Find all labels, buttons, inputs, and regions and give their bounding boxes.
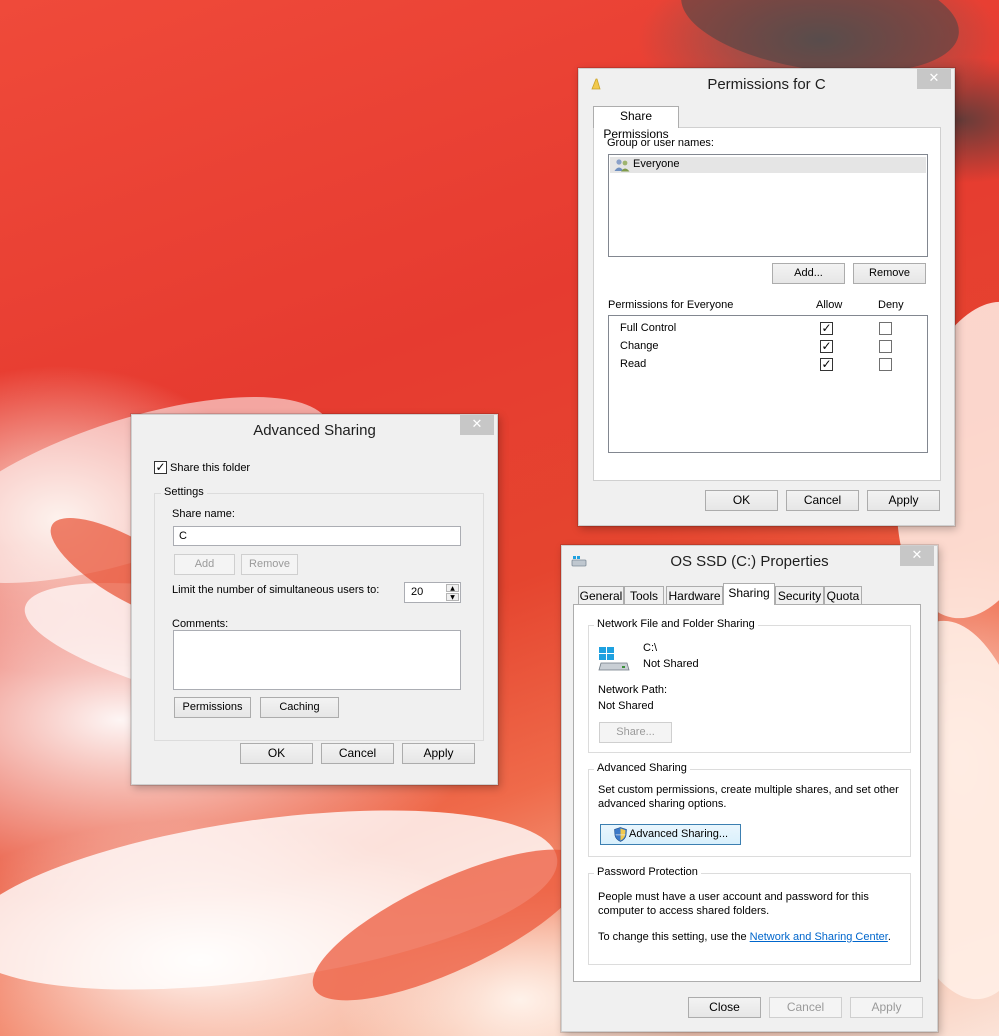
change-setting-suffix: . [887,931,891,943]
caching-button[interactable]: Caching [260,697,339,718]
remove-button[interactable]: Remove [241,554,298,575]
settings-legend: Settings [161,486,207,498]
share-folder-checkbox[interactable]: ✓ [154,461,167,474]
ok-button[interactable]: OK [705,490,778,511]
drive-share-status: Not Shared [643,658,699,670]
change-setting-prefix: To change this setting, use the [598,931,750,943]
comments-textarea[interactable] [173,630,461,690]
permissions-header: Permissions for Everyone [608,299,734,311]
allow-checkbox[interactable]: ✓ [820,322,833,335]
advanced-sharing-button-label: Advanced Sharing... [629,828,729,840]
users-group-icon [614,158,630,175]
deny-header: Deny [878,299,904,311]
advanced-sharing-group: Advanced Sharing Set custom permissions,… [588,762,911,857]
limit-users-value: 20 [411,586,424,598]
sharing-panel: Network File and Folder Sharing C:\ Not … [573,604,921,982]
permission-name: Read [620,358,647,370]
advanced-sharing-dialog: Advanced Sharing ✕ ✓ Share this folder S… [131,414,498,785]
cancel-button[interactable]: Cancel [769,997,842,1018]
apply-button[interactable]: Apply [402,743,475,764]
settings-group: Settings Share name: C Add Remove Limit … [154,486,484,741]
network-path-label: Network Path: [598,684,668,696]
tab-share-permissions[interactable]: Share Permissions [593,106,679,141]
share-name-input[interactable]: C [173,526,461,546]
network-sharing-center-link[interactable]: Network and Sharing Center [750,931,888,943]
close-button[interactable]: ✕ [460,415,494,435]
remove-button[interactable]: Remove [853,263,926,284]
allow-header: Allow [816,299,843,311]
share-name-value: C [179,530,187,542]
apply-button[interactable]: Apply [850,997,923,1018]
permission-name: Full Control [620,322,677,334]
ok-button[interactable]: OK [240,743,313,764]
share-folder-label[interactable]: Share this folder [170,462,250,474]
deny-checkbox[interactable] [879,358,892,371]
cancel-button[interactable]: Cancel [786,490,859,511]
properties-titlebar[interactable]: OS SSD (C:) Properties ✕ [562,546,937,576]
close-button[interactable]: ✕ [900,546,934,566]
tab-sharing[interactable]: Sharing [723,583,775,605]
list-item[interactable]: Everyone [610,157,926,173]
share-name-label: Share name: [172,508,235,520]
add-button[interactable]: Add... [772,263,845,284]
advanced-titlebar[interactable]: Advanced Sharing ✕ [132,415,497,445]
permissions-button[interactable]: Permissions [174,697,251,718]
network-path-value: Not Shared [598,700,654,712]
permission-name: Change [620,340,659,352]
password-description-line-1: People must have a user account and pass… [598,891,869,903]
dialog-title: Permissions for C [707,76,826,93]
share-permissions-panel: Group or user names: Everyone Add... Rem… [593,127,941,481]
tab-security[interactable]: Security [775,586,824,605]
comments-label: Comments: [172,618,229,630]
permissions-list: Full Control ✓ Change ✓ Read ✓ [608,315,928,453]
share-button[interactable]: Share... [599,722,672,743]
user-name: Everyone [633,158,680,170]
tab-quota[interactable]: Quota [824,586,862,605]
password-protection-legend: Password Protection [594,866,701,878]
close-dialog-button[interactable]: Close [688,997,761,1018]
limit-users-label: Limit the number of simultaneous users t… [172,584,380,596]
limit-users-spinner[interactable]: 20 ▲ ▼ [404,582,461,603]
windows-drive-icon [598,646,630,675]
password-description-line-2: computer to access shared folders. [598,905,770,917]
deny-checkbox[interactable] [879,340,892,353]
password-protection-group: Password Protection People must have a u… [588,866,911,965]
network-sharing-legend: Network File and Folder Sharing [594,618,758,630]
deny-checkbox[interactable] [879,322,892,335]
drive-path: C:\ [643,642,658,654]
apply-button[interactable]: Apply [867,490,940,511]
allow-checkbox[interactable]: ✓ [820,358,833,371]
advanced-sharing-button[interactable]: Advanced Sharing... [600,824,741,845]
network-sharing-group: Network File and Folder Sharing C:\ Not … [588,618,911,753]
advanced-description-line-1: Set custom permissions, create multiple … [598,784,899,796]
user-list[interactable]: Everyone [608,154,928,257]
advanced-content: ✓ Share this folder Settings Share name:… [138,447,493,780]
cancel-button[interactable]: Cancel [321,743,394,764]
dialog-title: Advanced Sharing [253,422,376,439]
dialog-title: OS SSD (C:) Properties [670,553,829,570]
drive-properties-dialog: OS SSD (C:) Properties ✕ General Tools H… [561,545,938,1032]
advanced-description-line-2: advanced sharing options. [598,798,727,810]
uac-shield-icon [614,827,627,849]
close-button[interactable]: ✕ [917,69,951,89]
spinner-up-icon[interactable]: ▲ [446,584,459,592]
spinner-down-icon[interactable]: ▼ [446,593,459,601]
permissions-titlebar[interactable]: Permissions for C ✕ [579,69,954,99]
add-button[interactable]: Add [174,554,235,575]
tab-tools[interactable]: Tools [624,586,664,605]
tab-hardware[interactable]: Hardware [666,586,723,605]
tab-general[interactable]: General [578,586,624,605]
permissions-dialog: Permissions for C ✕ Share Permissions Gr… [578,68,955,526]
advanced-sharing-legend: Advanced Sharing [594,762,690,774]
change-setting-text: To change this setting, use the Network … [598,931,891,943]
allow-checkbox[interactable]: ✓ [820,340,833,353]
